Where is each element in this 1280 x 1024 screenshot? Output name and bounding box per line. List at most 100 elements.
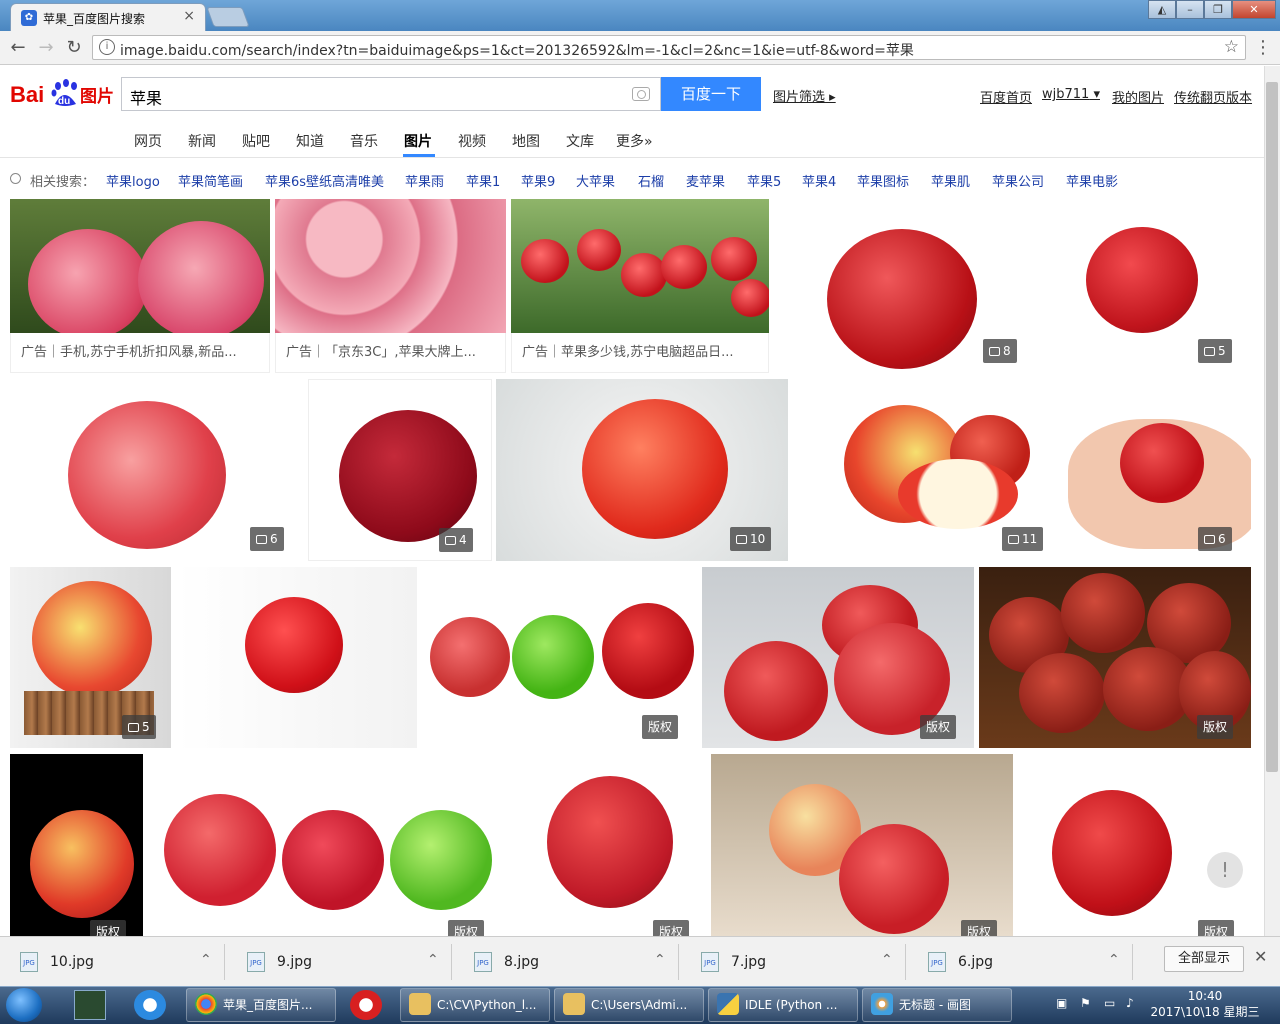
my-images-link[interactable]: 我的图片 bbox=[1112, 87, 1164, 106]
related-link[interactable]: 苹果图标 bbox=[857, 171, 909, 190]
tab-images[interactable]: 图片 bbox=[404, 131, 432, 151]
taskbar-button[interactable]: C:\CV\Python_l... bbox=[400, 988, 550, 1022]
image-result[interactable] bbox=[511, 199, 769, 333]
related-link[interactable]: 苹果公司 bbox=[992, 171, 1044, 190]
apple-shape bbox=[711, 237, 757, 281]
image-result[interactable]: 11 bbox=[794, 379, 1062, 561]
tab-more[interactable]: 更多» bbox=[616, 131, 653, 151]
image-result[interactable]: 10 bbox=[496, 379, 788, 561]
image-result[interactable]: 版权 bbox=[711, 754, 1013, 936]
browser-tab[interactable]: ✿ 苹果_百度图片搜索 × bbox=[10, 3, 206, 31]
image-result[interactable]: 版权 bbox=[420, 567, 699, 748]
download-item[interactable]: JPG 8.jpg ⌃ bbox=[454, 944, 679, 980]
related-link[interactable]: 苹果雨 bbox=[405, 171, 444, 190]
volume-icon[interactable]: ♪ bbox=[1126, 996, 1142, 1012]
baidu-netdisk-icon[interactable] bbox=[134, 990, 166, 1020]
download-item[interactable]: JPG 6.jpg ⌃ bbox=[908, 944, 1133, 980]
show-all-button[interactable]: 全部显示 bbox=[1164, 946, 1244, 972]
close-window-button[interactable]: ✕ bbox=[1232, 0, 1276, 19]
related-link[interactable]: 大苹果 bbox=[576, 171, 615, 190]
scrollbar-thumb[interactable] bbox=[1266, 82, 1278, 772]
minimize-button[interactable]: – bbox=[1176, 0, 1204, 19]
tab-wenku[interactable]: 文库 bbox=[566, 131, 594, 151]
image-result[interactable] bbox=[275, 199, 506, 333]
image-result[interactable]: 版权 bbox=[702, 567, 974, 748]
chevron-up-icon[interactable]: ⌃ bbox=[427, 952, 439, 968]
baidu-logo[interactable]: Bai du 图片 bbox=[10, 74, 114, 110]
monitor-icon[interactable]: ▭ bbox=[1104, 996, 1120, 1012]
reload-icon[interactable]: ↻ bbox=[62, 37, 86, 58]
image-result[interactable] bbox=[177, 567, 417, 748]
user-icon[interactable]: ◭ bbox=[1148, 0, 1176, 19]
network-icon[interactable]: ▣ bbox=[1056, 996, 1072, 1012]
action-center-icon[interactable]: ⚑ bbox=[1080, 996, 1096, 1012]
user-menu-link[interactable]: wjb711 ▾ bbox=[1042, 87, 1100, 102]
chevron-up-icon[interactable]: ⌃ bbox=[1108, 952, 1120, 968]
image-result[interactable]: 4 bbox=[308, 379, 492, 561]
image-result[interactable]: 8 bbox=[775, 199, 1035, 372]
feedback-button[interactable]: ! bbox=[1207, 852, 1243, 888]
taskbar-button[interactable]: 无标题 - 画图 bbox=[862, 988, 1012, 1022]
related-link[interactable]: 苹果4 bbox=[802, 171, 836, 190]
search-input[interactable]: 苹果 bbox=[121, 77, 661, 111]
bookmark-star-icon[interactable]: ☆ bbox=[1224, 37, 1239, 57]
image-filter-link[interactable]: 图片筛选 ▸ bbox=[773, 86, 836, 105]
download-item[interactable]: JPG 9.jpg ⌃ bbox=[227, 944, 452, 980]
download-item[interactable]: JPG 10.jpg ⌃ bbox=[0, 944, 225, 980]
related-link[interactable]: 石榴 bbox=[638, 171, 664, 190]
ad-caption[interactable]: 广告｜「京东3C」,苹果大牌上... bbox=[275, 333, 506, 373]
related-link[interactable]: 苹果5 bbox=[747, 171, 781, 190]
forward-arrow-icon[interactable]: → bbox=[34, 37, 58, 58]
image-result[interactable]: 版权 bbox=[10, 754, 143, 936]
image-result[interactable]: 6 bbox=[10, 379, 302, 561]
start-button[interactable] bbox=[6, 988, 42, 1022]
image-result[interactable]: 5 bbox=[1038, 199, 1251, 372]
tab-web[interactable]: 网页 bbox=[134, 131, 162, 151]
terminal-icon[interactable] bbox=[74, 990, 106, 1020]
image-result[interactable]: 版权 bbox=[979, 567, 1251, 748]
ad-caption[interactable]: 广告｜手机,苏宁手机折扣风暴,新品... bbox=[10, 333, 270, 373]
taskbar-button[interactable]: C:\Users\Admi... bbox=[554, 988, 704, 1022]
taskbar-button[interactable]: IDLE (Python ... bbox=[708, 988, 858, 1022]
taskbar-button[interactable]: 苹果_百度图片... bbox=[186, 988, 336, 1022]
chevron-up-icon[interactable]: ⌃ bbox=[200, 952, 212, 968]
related-link[interactable]: 苹果1 bbox=[466, 171, 500, 190]
clock[interactable]: 10:40 2017\10\18 星期三 bbox=[1150, 988, 1260, 1020]
image-result[interactable]: 版权 bbox=[1018, 754, 1251, 936]
close-download-bar-icon[interactable]: ✕ bbox=[1254, 947, 1267, 966]
related-link[interactable]: 麦苹果 bbox=[686, 171, 725, 190]
image-result[interactable]: 5 bbox=[10, 567, 171, 748]
download-item[interactable]: JPG 7.jpg ⌃ bbox=[681, 944, 906, 980]
tab-close-icon[interactable]: × bbox=[183, 8, 195, 24]
related-link[interactable]: 苹果logo bbox=[106, 171, 160, 190]
back-arrow-icon[interactable]: ← bbox=[6, 37, 30, 58]
tab-news[interactable]: 新闻 bbox=[188, 131, 216, 151]
tab-map[interactable]: 地图 bbox=[512, 131, 540, 151]
new-tab-button[interactable] bbox=[206, 7, 250, 27]
image-result[interactable]: 6 bbox=[1068, 379, 1251, 561]
tab-video[interactable]: 视频 bbox=[458, 131, 486, 151]
chevron-up-icon[interactable]: ⌃ bbox=[881, 952, 893, 968]
netease-music-icon[interactable] bbox=[350, 990, 382, 1020]
image-result[interactable]: 版权 bbox=[503, 754, 706, 936]
tab-zhidao[interactable]: 知道 bbox=[296, 131, 324, 151]
related-link[interactable]: 苹果9 bbox=[521, 171, 555, 190]
related-link[interactable]: 苹果简笔画 bbox=[178, 171, 243, 190]
baidu-home-link[interactable]: 百度首页 bbox=[980, 87, 1032, 106]
image-result[interactable] bbox=[10, 199, 270, 333]
related-link[interactable]: 苹果电影 bbox=[1066, 171, 1118, 190]
tab-tieba[interactable]: 贴吧 bbox=[242, 131, 270, 151]
info-icon[interactable]: i bbox=[99, 39, 115, 55]
related-link[interactable]: 苹果6s壁纸高清唯美 bbox=[265, 171, 384, 190]
chevron-up-icon[interactable]: ⌃ bbox=[654, 952, 666, 968]
tab-music[interactable]: 音乐 bbox=[350, 131, 378, 151]
maximize-button[interactable]: ❐ bbox=[1204, 0, 1232, 19]
image-result[interactable]: 版权 bbox=[148, 754, 498, 936]
camera-icon[interactable] bbox=[632, 87, 650, 101]
related-link[interactable]: 苹果肌 bbox=[931, 171, 970, 190]
search-button[interactable]: 百度一下 bbox=[661, 77, 761, 111]
address-bar[interactable]: i image.baidu.com/search/index?tn=baidui… bbox=[92, 35, 1246, 60]
menu-icon[interactable]: ⋮ bbox=[1254, 37, 1272, 58]
ad-caption[interactable]: 广告｜苹果多少钱,苏宁电脑超品日... bbox=[511, 333, 769, 373]
classic-paging-link[interactable]: 传统翻页版本 bbox=[1174, 87, 1252, 106]
